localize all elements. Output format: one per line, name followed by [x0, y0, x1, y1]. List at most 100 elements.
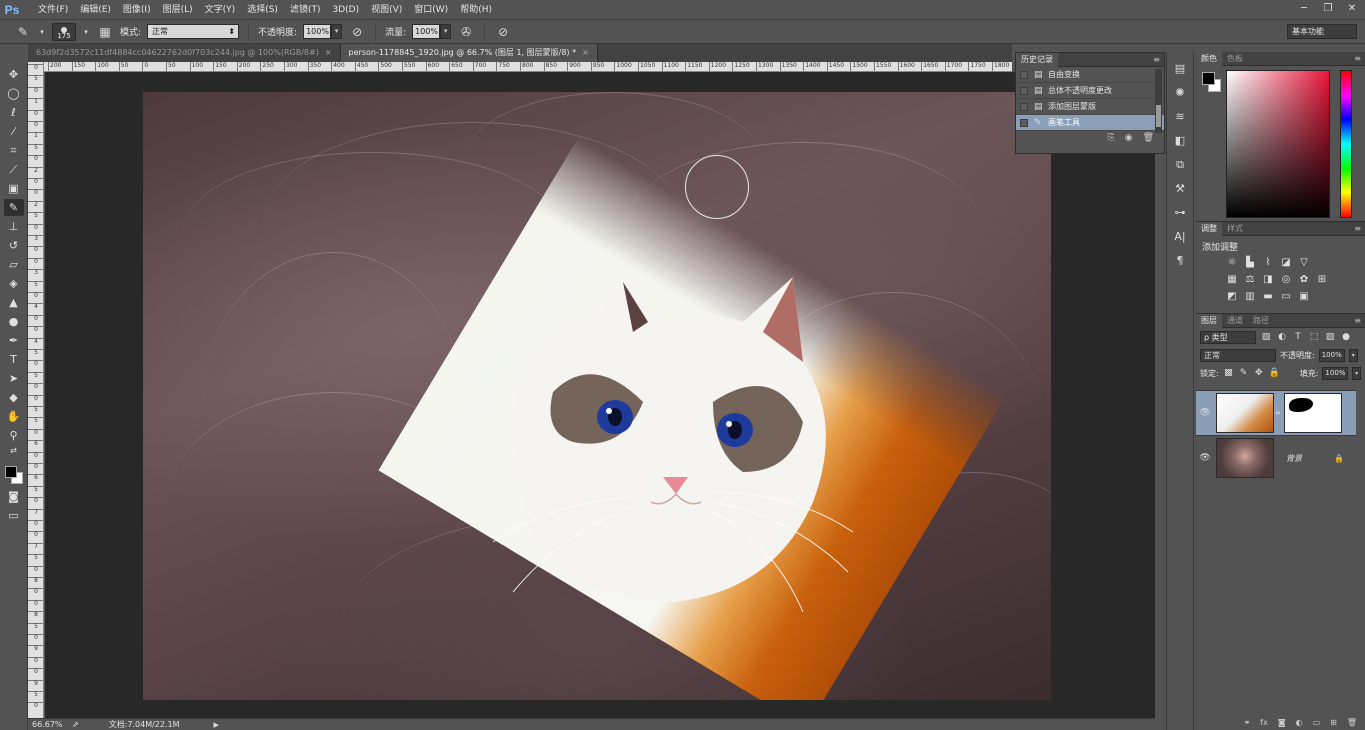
color-balance-icon[interactable]: ⚖: [1244, 274, 1256, 286]
tab-swatches[interactable]: 色板: [1222, 52, 1248, 66]
brush-settings-icon[interactable]: ⊶: [1170, 204, 1190, 222]
layer-opacity-field[interactable]: 100%: [1318, 348, 1345, 362]
menu-file[interactable]: 文件(F): [32, 0, 74, 20]
tab-channels[interactable]: 通道: [1222, 314, 1248, 328]
tab-paths[interactable]: 路径: [1248, 314, 1274, 328]
dodge-tool-icon[interactable]: ●: [4, 313, 24, 330]
history-item[interactable]: ▤ 添加图层蒙版: [1016, 99, 1164, 115]
export-icon[interactable]: ⇗: [72, 720, 79, 729]
opacity-dropdown-button[interactable]: ▾: [331, 24, 343, 39]
document-canvas[interactable]: [143, 92, 1051, 700]
new-layer-icon[interactable]: ⊞: [1330, 718, 1337, 730]
brush-tool-preset-icon[interactable]: ✎: [14, 23, 32, 41]
paragraph-icon[interactable]: ¶: [1170, 252, 1190, 270]
scrollbar-thumb[interactable]: [1156, 105, 1161, 127]
add-mask-icon[interactable]: ◙: [1278, 718, 1286, 730]
airbrush-icon[interactable]: ✇: [457, 23, 475, 41]
properties-icon[interactable]: ◧: [1170, 132, 1190, 150]
eye-icon[interactable]: 👁: [1196, 408, 1214, 418]
panel-menu-icon[interactable]: ≡: [1153, 55, 1164, 64]
exposure-icon[interactable]: ◪: [1280, 257, 1292, 269]
menu-edit[interactable]: 编辑(E): [74, 0, 117, 20]
close-icon[interactable]: ×: [325, 44, 332, 62]
lock-icon[interactable]: 🔒: [1334, 454, 1344, 463]
zoom-level[interactable]: 66.67%: [28, 720, 72, 729]
zoom-tool-icon[interactable]: ⚲: [4, 427, 24, 444]
brightness-contrast-icon[interactable]: ☼: [1226, 257, 1238, 269]
menu-view[interactable]: 视图(V): [365, 0, 408, 20]
ruler-left[interactable]: 0 5 0 1 0 0 1 5 0 2 0 0 2 5 0 3 0 0 3 5 0 4 0 0 4 5 0 5 0 0 5 5 0 6 0 0 6 5 0 7…: [28, 62, 44, 718]
link-layers-icon[interactable]: ⚭: [1244, 718, 1251, 730]
curves-icon[interactable]: ⌇: [1262, 257, 1274, 269]
brush-presets-icon[interactable]: ≋: [1170, 108, 1190, 126]
black-white-icon[interactable]: ◨: [1262, 274, 1274, 286]
new-document-from-state-icon[interactable]: ⎘: [1108, 133, 1115, 143]
canvas-area[interactable]: [45, 72, 1155, 718]
foreground-color-chip[interactable]: [1202, 72, 1215, 85]
tab-color[interactable]: 颜色: [1196, 51, 1222, 66]
menu-layer[interactable]: 图层(L): [157, 0, 199, 20]
paint-bucket-tool-icon[interactable]: ◈: [4, 275, 24, 292]
history-scrollbar[interactable]: [1155, 69, 1162, 133]
screen-mode-icon[interactable]: ▭: [4, 507, 24, 524]
menu-select[interactable]: 选择(S): [241, 0, 284, 20]
type-tool-icon[interactable]: T: [4, 351, 24, 368]
move-tool-icon[interactable]: ✥: [4, 66, 24, 83]
fill-field[interactable]: 100%: [1322, 366, 1349, 380]
filter-pixel-icon[interactable]: ▧: [1260, 331, 1272, 343]
eyedropper-tool-icon[interactable]: ⟋: [4, 161, 24, 178]
brush-panel-toggle-icon[interactable]: ▦: [96, 23, 114, 41]
threshold-icon[interactable]: ▬: [1262, 291, 1274, 303]
layer-opacity-dropdown[interactable]: ▾: [1348, 348, 1358, 362]
flow-dropdown-button[interactable]: ▾: [440, 24, 452, 39]
background-layer-thumbnail[interactable]: [1216, 438, 1274, 478]
chevron-down-icon[interactable]: ▾: [38, 23, 46, 41]
mode-select[interactable]: 正常 ⬍: [147, 24, 240, 39]
clone-source-icon[interactable]: ⧉: [1170, 156, 1190, 174]
levels-icon[interactable]: ▙: [1244, 257, 1256, 269]
path-select-tool-icon[interactable]: ➤: [4, 370, 24, 387]
history-panel-icon[interactable]: ▤: [1170, 60, 1190, 78]
pressure-opacity-icon[interactable]: ⊘: [348, 23, 366, 41]
filter-adjustment-icon[interactable]: ◐: [1276, 331, 1288, 343]
character-icon[interactable]: A|: [1170, 228, 1190, 246]
chevron-down-icon[interactable]: ▾: [82, 23, 90, 41]
eye-icon[interactable]: 👁: [1196, 453, 1214, 463]
fill-dropdown[interactable]: ▾: [1352, 366, 1361, 380]
snapshot-camera-icon[interactable]: ◉: [1125, 133, 1133, 143]
lock-transparent-icon[interactable]: ▩: [1223, 367, 1234, 379]
hue-slider[interactable]: [1340, 70, 1352, 218]
layer-style-fx-icon[interactable]: fx: [1260, 718, 1268, 730]
history-item[interactable]: ▤ 自由变换: [1016, 67, 1164, 83]
menu-help[interactable]: 帮助(H): [454, 0, 498, 20]
gradient-map-icon[interactable]: ▭: [1280, 291, 1292, 303]
status-menu-arrow-icon[interactable]: ▶: [214, 721, 219, 729]
panel-menu-icon[interactable]: ≡: [1354, 224, 1365, 233]
lock-position-icon[interactable]: ✥: [1253, 367, 1264, 379]
history-item[interactable]: ▤ 总体不透明度更改: [1016, 83, 1164, 99]
filter-shape-icon[interactable]: ⬚: [1308, 331, 1320, 343]
panel-menu-icon[interactable]: ≡: [1354, 54, 1365, 63]
new-group-icon[interactable]: ▭: [1313, 718, 1321, 730]
invert-icon[interactable]: ◩: [1226, 291, 1238, 303]
document-tab-1[interactable]: 63d9f2d3572c11df4884cc04622762d0f703c244…: [28, 44, 341, 62]
history-brush-tool-icon[interactable]: ↺: [4, 237, 24, 254]
healing-brush-tool-icon[interactable]: ▣: [4, 180, 24, 197]
selective-color-icon[interactable]: ▣: [1298, 291, 1310, 303]
shape-tool-icon[interactable]: ◆: [4, 389, 24, 406]
quick-mask-icon[interactable]: ◙: [4, 488, 24, 505]
history-item-selected[interactable]: ✎ 画笔工具: [1016, 115, 1164, 131]
adjustments-icon[interactable]: ✺: [1170, 84, 1190, 102]
document-tab-2[interactable]: person-1178845_1920.jpg @ 66.7% (图层 1, 图…: [340, 44, 598, 62]
menu-type[interactable]: 文字(Y): [199, 0, 242, 20]
clone-stamp-tool-icon[interactable]: ⊥: [4, 218, 24, 235]
lock-all-icon[interactable]: 🔒: [1268, 367, 1279, 379]
history-checkbox[interactable]: [1020, 102, 1028, 111]
blur-tool-icon[interactable]: ▲: [4, 294, 24, 311]
color-saturation-field[interactable]: [1226, 70, 1330, 218]
crop-tool-icon[interactable]: ⌗: [4, 142, 24, 159]
trash-icon[interactable]: 🗑: [1143, 133, 1154, 143]
brush-tool-icon[interactable]: ✎: [3, 199, 24, 216]
brush-size-picker[interactable]: 175: [52, 22, 76, 41]
flow-field[interactable]: 100%: [412, 24, 441, 39]
